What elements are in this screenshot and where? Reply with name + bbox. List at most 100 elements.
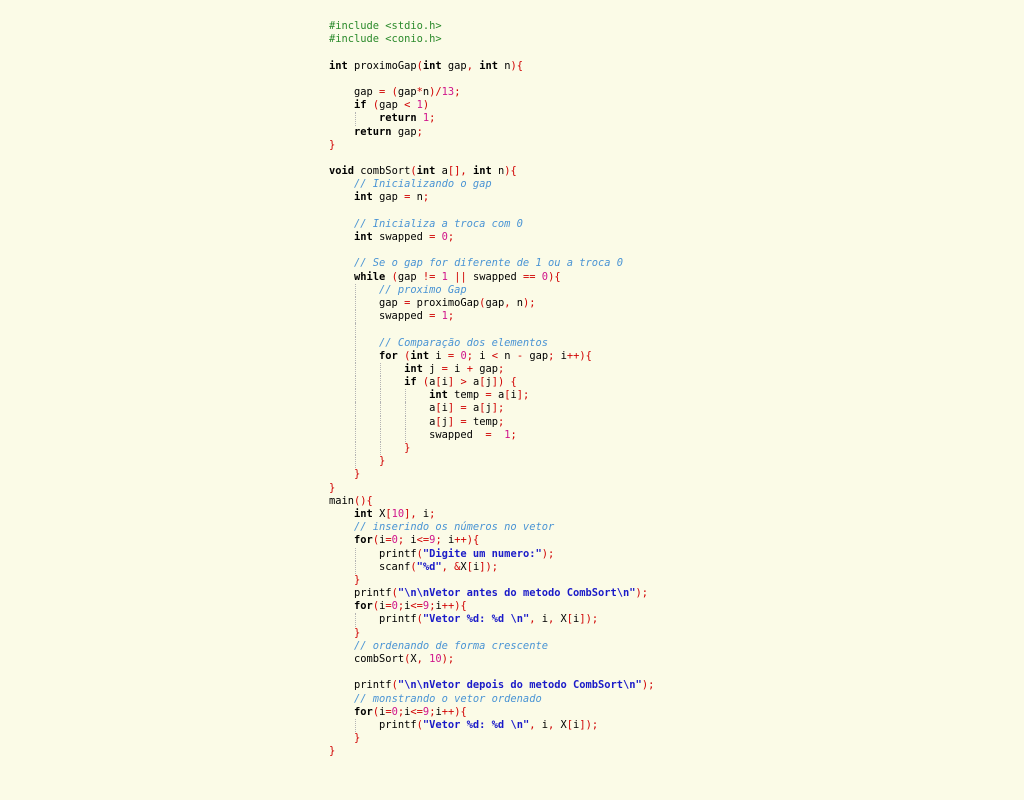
- code-token: n: [491, 165, 505, 178]
- code-token: "%d": [416, 560, 442, 573]
- indent-guide: [405, 402, 407, 416]
- code-token: gap: [397, 85, 417, 98]
- code-line: return gap;: [329, 126, 654, 139]
- code-token: i: [472, 349, 492, 362]
- code-token: a: [329, 415, 436, 428]
- code-listing: #include <stdio.h> #include <conio.h> int…: [329, 20, 654, 759]
- indent-guide: [355, 296, 357, 311]
- code-line: void combSort(int a[], int n){: [329, 165, 654, 178]
- code-token: a: [329, 402, 436, 415]
- code-line: a[j] = temp;: [329, 415, 654, 429]
- code-token: if: [354, 99, 367, 112]
- indent-guide: [380, 376, 382, 390]
- code-token: swapped: [329, 310, 430, 323]
- code-line: int X[10], i;: [329, 508, 654, 521]
- code-token: int: [472, 165, 492, 178]
- indent-guide: [380, 415, 382, 429]
- code-token: {: [510, 376, 517, 389]
- code-line: }: [329, 574, 654, 587]
- code-line: }: [329, 442, 654, 456]
- code-token: a: [466, 402, 480, 415]
- code-token: n: [498, 59, 511, 72]
- code-line: int proximoGap(int gap, int n){: [329, 60, 654, 73]
- code-line: }: [329, 745, 654, 758]
- indent-guide: [355, 455, 357, 469]
- code-token: ];: [516, 389, 530, 402]
- code-line: gap = proximoGap(gap, n);: [329, 296, 654, 311]
- code-line: [329, 323, 654, 337]
- code-token: }: [354, 626, 361, 639]
- code-line: for(i=0;i<=9;i++){: [329, 600, 654, 613]
- code-token: "\n\nVetor depois do metodo CombSort\n": [397, 679, 642, 692]
- code-line: }: [329, 468, 654, 481]
- code-token: gap: [441, 59, 467, 72]
- code-token: i: [416, 507, 430, 520]
- code-token: void: [329, 165, 355, 178]
- code-line: gap = (gap*n)/13;: [329, 86, 654, 99]
- code-token: );: [541, 547, 555, 560]
- indent-guide: [380, 402, 382, 416]
- indent-guide: [355, 376, 357, 390]
- code-token: // Inicializa a troca com 0: [354, 217, 523, 230]
- code-line: // Se o gap for diferente de 1 ou a troc…: [329, 257, 654, 270]
- code-token: int: [354, 507, 373, 520]
- code-token: // monstrando o vetor ordenado: [354, 692, 542, 705]
- code-token: ++){: [454, 534, 480, 547]
- code-line: combSort(X, 10);: [329, 653, 654, 666]
- code-line: #include <stdio.h>: [329, 20, 654, 33]
- code-token: int: [354, 191, 373, 204]
- code-token: i: [447, 362, 467, 375]
- code-token: for: [354, 705, 373, 718]
- code-token: a: [491, 389, 505, 402]
- code-line: int gap = n;: [329, 191, 654, 204]
- indent-guide: [355, 718, 357, 733]
- indent-guide: [355, 112, 357, 126]
- code-token: ;: [497, 415, 505, 428]
- code-token: a: [466, 376, 480, 389]
- indent-guide: [405, 415, 407, 429]
- code-token: proximoGap: [347, 59, 417, 72]
- code-token: gap: [379, 99, 405, 112]
- code-line: // Comparação dos elementos: [329, 336, 654, 350]
- code-token: X: [372, 507, 386, 520]
- code-token: "Digite um numero:": [422, 547, 542, 560]
- code-token: <=: [410, 705, 423, 718]
- code-token: proximoGap: [410, 296, 480, 309]
- code-token: ): [422, 99, 430, 112]
- code-token: }: [329, 138, 336, 151]
- code-token: n: [510, 296, 523, 309]
- code-token: ;: [510, 428, 517, 441]
- code-line: main(){: [329, 495, 654, 508]
- code-line: printf("\n\nVetor depois do metodo CombS…: [329, 679, 654, 692]
- code-line: for(i=0; i<=9; i++){: [329, 534, 654, 547]
- code-token: temp: [447, 389, 486, 402]
- code-token: // inserindo os números no vetor: [354, 521, 555, 534]
- code-line: }: [329, 732, 654, 745]
- code-line: // proximo Gap: [329, 283, 654, 297]
- code-line: printf("Vetor %d: %d \n", i, X[i]);: [329, 718, 654, 733]
- code-token: ||: [454, 270, 467, 283]
- code-token: ){: [510, 59, 524, 72]
- code-line: #include <conio.h>: [329, 33, 654, 46]
- code-token: ==: [523, 270, 536, 283]
- code-token: int: [416, 165, 436, 178]
- code-token: i: [441, 534, 455, 547]
- code-token: n: [498, 349, 517, 362]
- code-token: int: [422, 59, 442, 72]
- code-token: "Vetor %d: %d \n": [422, 613, 530, 626]
- code-token: ]);: [479, 560, 498, 573]
- code-token: temp: [466, 415, 498, 428]
- code-token: for: [354, 600, 373, 613]
